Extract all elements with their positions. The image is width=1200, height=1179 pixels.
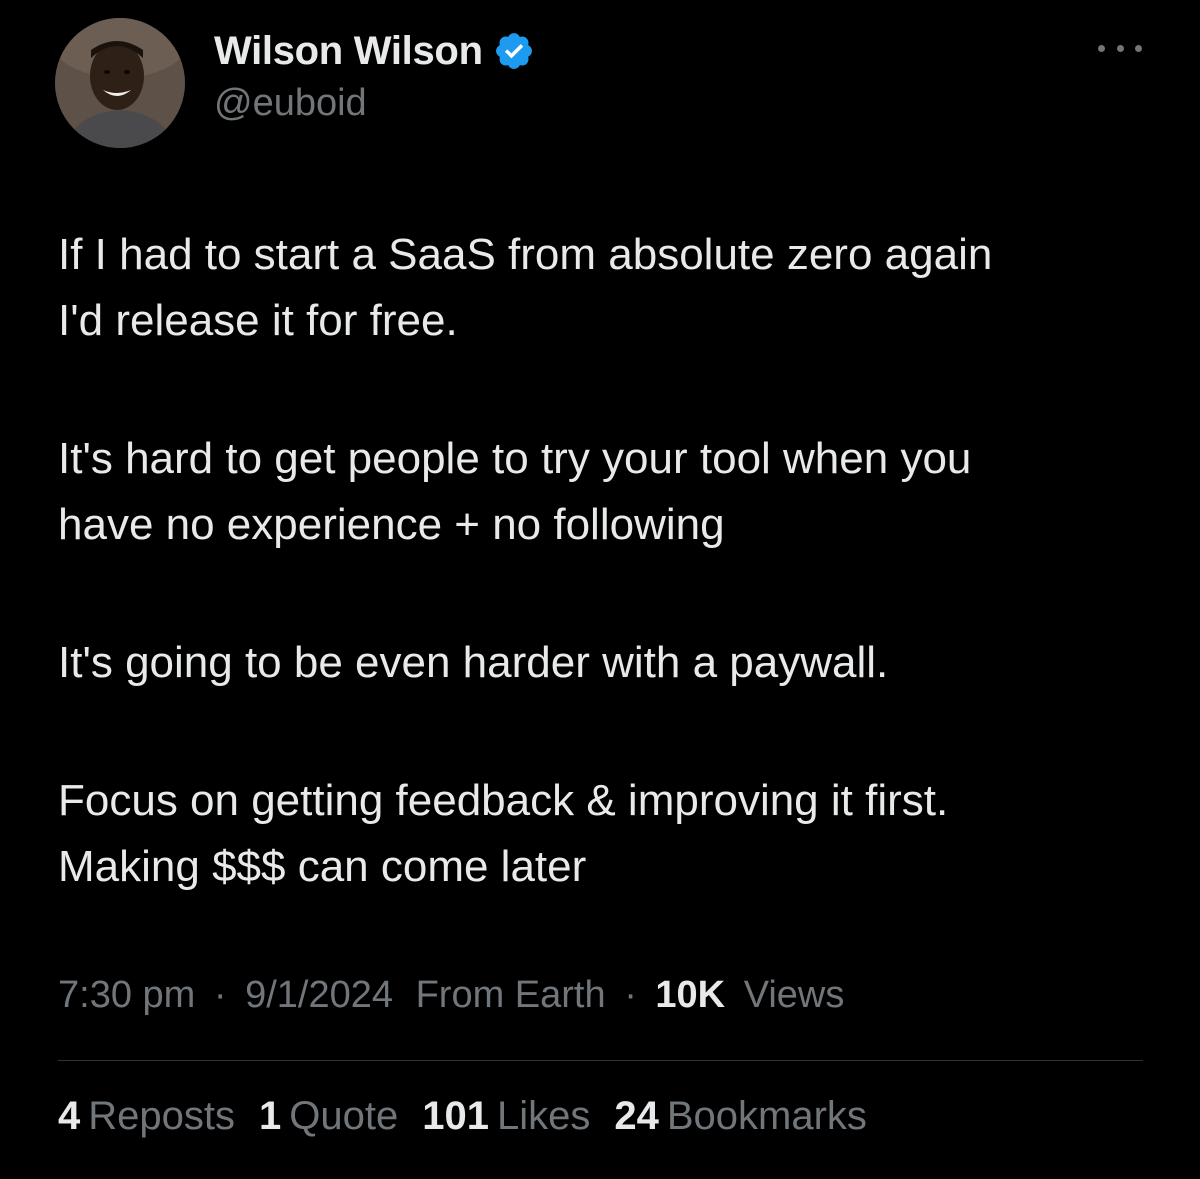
tweet-date[interactable]: 9/1/2024 bbox=[245, 974, 393, 1016]
stat-label: Bookmarks bbox=[666, 1094, 867, 1138]
stat-label: Likes bbox=[496, 1094, 591, 1138]
stat-quotes[interactable]: 1 Quote bbox=[259, 1094, 398, 1139]
tweet-line: have no experience + no following bbox=[58, 500, 725, 549]
avatar[interactable] bbox=[55, 18, 185, 148]
stat-label: Quote bbox=[289, 1094, 399, 1138]
tweet-line: It's hard to get people to try your tool… bbox=[58, 434, 972, 483]
divider bbox=[58, 1060, 1143, 1061]
stat-count: 1 bbox=[259, 1094, 282, 1138]
tweet-line: Focus on getting feedback & improving it… bbox=[58, 776, 949, 825]
tweet-location: From Earth bbox=[415, 974, 606, 1016]
display-name[interactable]: Wilson Wilson bbox=[214, 29, 483, 74]
verified-badge-icon[interactable] bbox=[493, 30, 535, 72]
tweet-time[interactable]: 7:30 pm bbox=[58, 974, 195, 1016]
more-dot bbox=[1098, 44, 1105, 52]
tweet-line: I'd release it for free. bbox=[58, 296, 458, 345]
more-dot bbox=[1135, 44, 1142, 52]
more-horizontal-icon[interactable] bbox=[1098, 36, 1142, 60]
stat-count: 4 bbox=[58, 1094, 81, 1138]
views-label: Views bbox=[743, 974, 845, 1016]
avatar-image bbox=[55, 18, 185, 148]
views-count: 10K bbox=[655, 974, 726, 1016]
engagement-stats: 4 Reposts 1 Quote 101 Likes 24 Bookmarks bbox=[58, 1094, 891, 1139]
stat-count: 101 bbox=[422, 1094, 489, 1138]
stat-label: Reposts bbox=[88, 1094, 235, 1138]
tweet-line: If I had to start a SaaS from absolute z… bbox=[58, 230, 993, 279]
stat-reposts[interactable]: 4 Reposts bbox=[58, 1094, 235, 1139]
meta-separator: · bbox=[213, 974, 227, 1016]
tweet-line: Making $$$ can come later bbox=[58, 842, 587, 891]
stat-likes[interactable]: 101 Likes bbox=[422, 1094, 590, 1139]
tweet-card: Wilson Wilson @euboid If I had to start … bbox=[0, 0, 1200, 1179]
tweet-meta: 7:30 pm · 9/1/2024 From Earth · 10K View… bbox=[58, 974, 844, 1017]
stat-count: 24 bbox=[614, 1094, 659, 1138]
meta-separator: · bbox=[624, 974, 637, 1016]
more-dot bbox=[1116, 44, 1124, 52]
author-name-row: Wilson Wilson bbox=[214, 26, 535, 76]
tweet-line: It's going to be even harder with a payw… bbox=[58, 638, 889, 687]
stat-bookmarks[interactable]: 24 Bookmarks bbox=[614, 1094, 867, 1139]
tweet-text: If I had to start a SaaS from absolute z… bbox=[58, 222, 1158, 900]
author-handle[interactable]: @euboid bbox=[214, 82, 367, 125]
